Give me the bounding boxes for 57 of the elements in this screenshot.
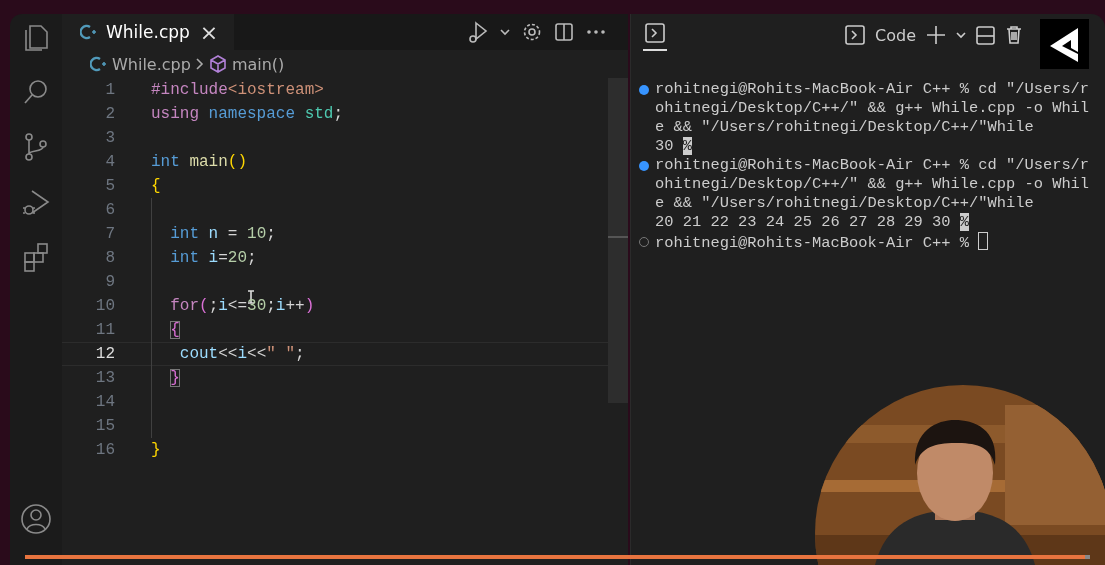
line-number: 11 (94, 320, 115, 341)
terminal-output: 20 21 22 23 24 25 26 27 28 29 30 (655, 213, 951, 231)
scrollbar-thumb[interactable] (608, 78, 628, 403)
line-number: 13 (94, 368, 115, 389)
cpp-file-icon (90, 55, 108, 73)
code-line: int i=20; (151, 246, 257, 270)
line-number: 14 (94, 392, 115, 413)
code-line: { (151, 318, 180, 342)
line-number: 15 (94, 416, 115, 437)
logo-icon (1040, 19, 1089, 69)
terminal-icon (645, 23, 665, 43)
line-number: 5 (104, 176, 115, 197)
line-number: 3 (104, 128, 115, 149)
line-number: 6 (104, 200, 115, 221)
line-number: 8 (104, 248, 115, 269)
cube-icon (207, 54, 228, 74)
split-editor-icon[interactable] (554, 22, 574, 42)
plus-icon[interactable] (926, 25, 946, 45)
terminal-command: rohitnegi@Rohits-MacBook-Air C++ % cd "/Users/r ohitnegi/Desktop/C++/" && g++ While.cpp -o Whil e && "/Users/rohitnegi/Desktop/C++/"While (655, 80, 1090, 137)
close-icon[interactable]: × (197, 19, 221, 45)
terminal-output: 30 (655, 137, 674, 155)
breadcrumb-item[interactable]: main() (231, 54, 285, 74)
terminal-icon (845, 25, 866, 45)
end-of-line-mark: % (682, 137, 692, 155)
code-line: } (151, 440, 161, 461)
run-debug-icon[interactable] (466, 20, 488, 44)
line-number: 7 (104, 224, 115, 245)
code-line: cout<<i<<" "; (151, 342, 305, 366)
code-line: for(;i<=30;i++) (151, 294, 315, 318)
code-line: { (151, 176, 161, 197)
code-line: int main() (151, 152, 247, 173)
line-number: 10 (94, 296, 115, 317)
breadcrumb-item[interactable]: While.cpp (112, 54, 191, 74)
line-number: 2 (104, 104, 115, 125)
code-line: #include<iostream> (151, 80, 324, 101)
account-icon[interactable] (20, 503, 52, 535)
split-panel-icon[interactable] (976, 25, 995, 45)
file-tab[interactable]: While.cpp × (62, 14, 235, 50)
chevron-right-icon (194, 58, 204, 70)
line-number: 12 (94, 344, 115, 365)
end-of-line-mark: % (959, 213, 970, 231)
line-number: 9 (104, 272, 115, 293)
chevron-down-icon[interactable] (500, 28, 510, 36)
line-number: 16 (94, 440, 115, 461)
terminal-command: rohitnegi@Rohits-MacBook-Air C++ % (655, 232, 989, 253)
trash-icon[interactable] (1005, 25, 1023, 45)
terminal-cursor (978, 232, 989, 250)
chevron-down-icon[interactable] (956, 31, 966, 39)
cpp-file-icon (80, 23, 98, 41)
code-line: int n = 10; (151, 222, 276, 246)
line-number: 4 (104, 152, 115, 173)
line-number: 1 (104, 80, 115, 101)
code-line: using namespace std; (151, 104, 344, 125)
terminal-profile-label[interactable]: Code (875, 25, 916, 45)
terminal-command: rohitnegi@Rohits-MacBook-Air C++ % cd "/Users/r ohitnegi/Desktop/C++/" && g++ While.cpp -o Whil e && "/Users/rohitnegi/Desktop/C++/"While (655, 156, 1090, 213)
settings-icon[interactable] (522, 22, 542, 42)
code-line: } (151, 366, 180, 390)
